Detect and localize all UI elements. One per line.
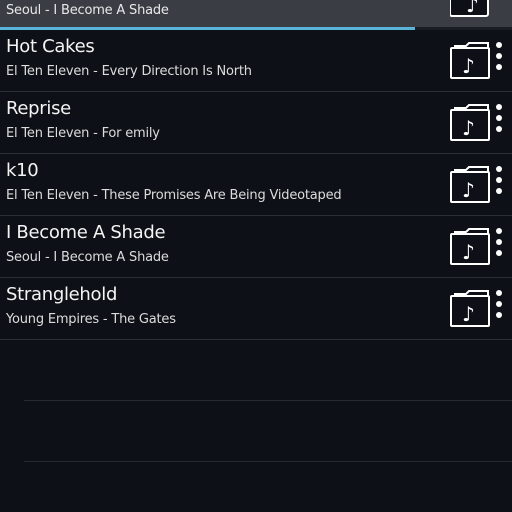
track-row[interactable]: Stranglehold Young Empires - The Gates ♪ bbox=[0, 278, 512, 340]
more-vertical-icon[interactable] bbox=[492, 104, 506, 140]
music-folder-icon[interactable]: ♪ bbox=[449, 0, 512, 18]
svg-text:♪: ♪ bbox=[462, 116, 475, 140]
more-vertical-icon[interactable] bbox=[492, 166, 506, 202]
now-playing-text: Seoul - I Become A Shade bbox=[6, 3, 169, 18]
track-title: Reprise bbox=[6, 98, 71, 119]
svg-text:♪: ♪ bbox=[462, 302, 475, 326]
divider bbox=[24, 461, 512, 462]
music-folder-icon[interactable]: ♪ bbox=[450, 102, 492, 142]
track-subtitle: Young Empires - The Gates bbox=[6, 312, 176, 327]
track-title: Hot Cakes bbox=[6, 36, 95, 57]
track-row[interactable]: Reprise El Ten Eleven - For emily ♪ bbox=[0, 92, 512, 154]
track-subtitle: El Ten Eleven - For emily bbox=[6, 126, 160, 141]
track-subtitle: El Ten Eleven - These Promises Are Being… bbox=[6, 188, 342, 203]
track-row[interactable]: Hot Cakes El Ten Eleven - Every Directio… bbox=[0, 30, 512, 92]
track-subtitle: El Ten Eleven - Every Direction Is North bbox=[6, 64, 252, 79]
track-title: Stranglehold bbox=[6, 284, 118, 305]
svg-text:♪: ♪ bbox=[462, 178, 475, 202]
track-list: Hot Cakes El Ten Eleven - Every Directio… bbox=[0, 30, 512, 340]
music-folder-icon[interactable]: ♪ bbox=[450, 288, 492, 328]
more-vertical-icon[interactable] bbox=[492, 290, 506, 326]
svg-text:♪: ♪ bbox=[466, 0, 479, 17]
music-folder-icon[interactable]: ♪ bbox=[450, 164, 492, 204]
divider bbox=[24, 400, 512, 401]
more-vertical-icon[interactable] bbox=[492, 228, 506, 264]
track-title: I Become A Shade bbox=[6, 222, 166, 243]
track-row[interactable]: I Become A Shade Seoul - I Become A Shad… bbox=[0, 216, 512, 278]
svg-text:♪: ♪ bbox=[462, 54, 475, 78]
svg-text:♪: ♪ bbox=[462, 240, 475, 264]
now-playing-actions: ♪ bbox=[449, 0, 512, 18]
now-playing-bar[interactable]: Seoul - I Become A Shade ♪ bbox=[0, 0, 512, 30]
track-subtitle: Seoul - I Become A Shade bbox=[6, 250, 169, 265]
track-row[interactable]: k10 El Ten Eleven - These Promises Are B… bbox=[0, 154, 512, 216]
track-title: k10 bbox=[6, 160, 39, 181]
music-folder-icon[interactable]: ♪ bbox=[450, 40, 492, 80]
music-folder-icon[interactable]: ♪ bbox=[450, 226, 492, 266]
more-vertical-icon[interactable] bbox=[492, 42, 506, 78]
music-app-screen: Seoul - I Become A Shade ♪ Hot Cakes El … bbox=[0, 0, 512, 512]
empty-list-area bbox=[24, 400, 512, 512]
